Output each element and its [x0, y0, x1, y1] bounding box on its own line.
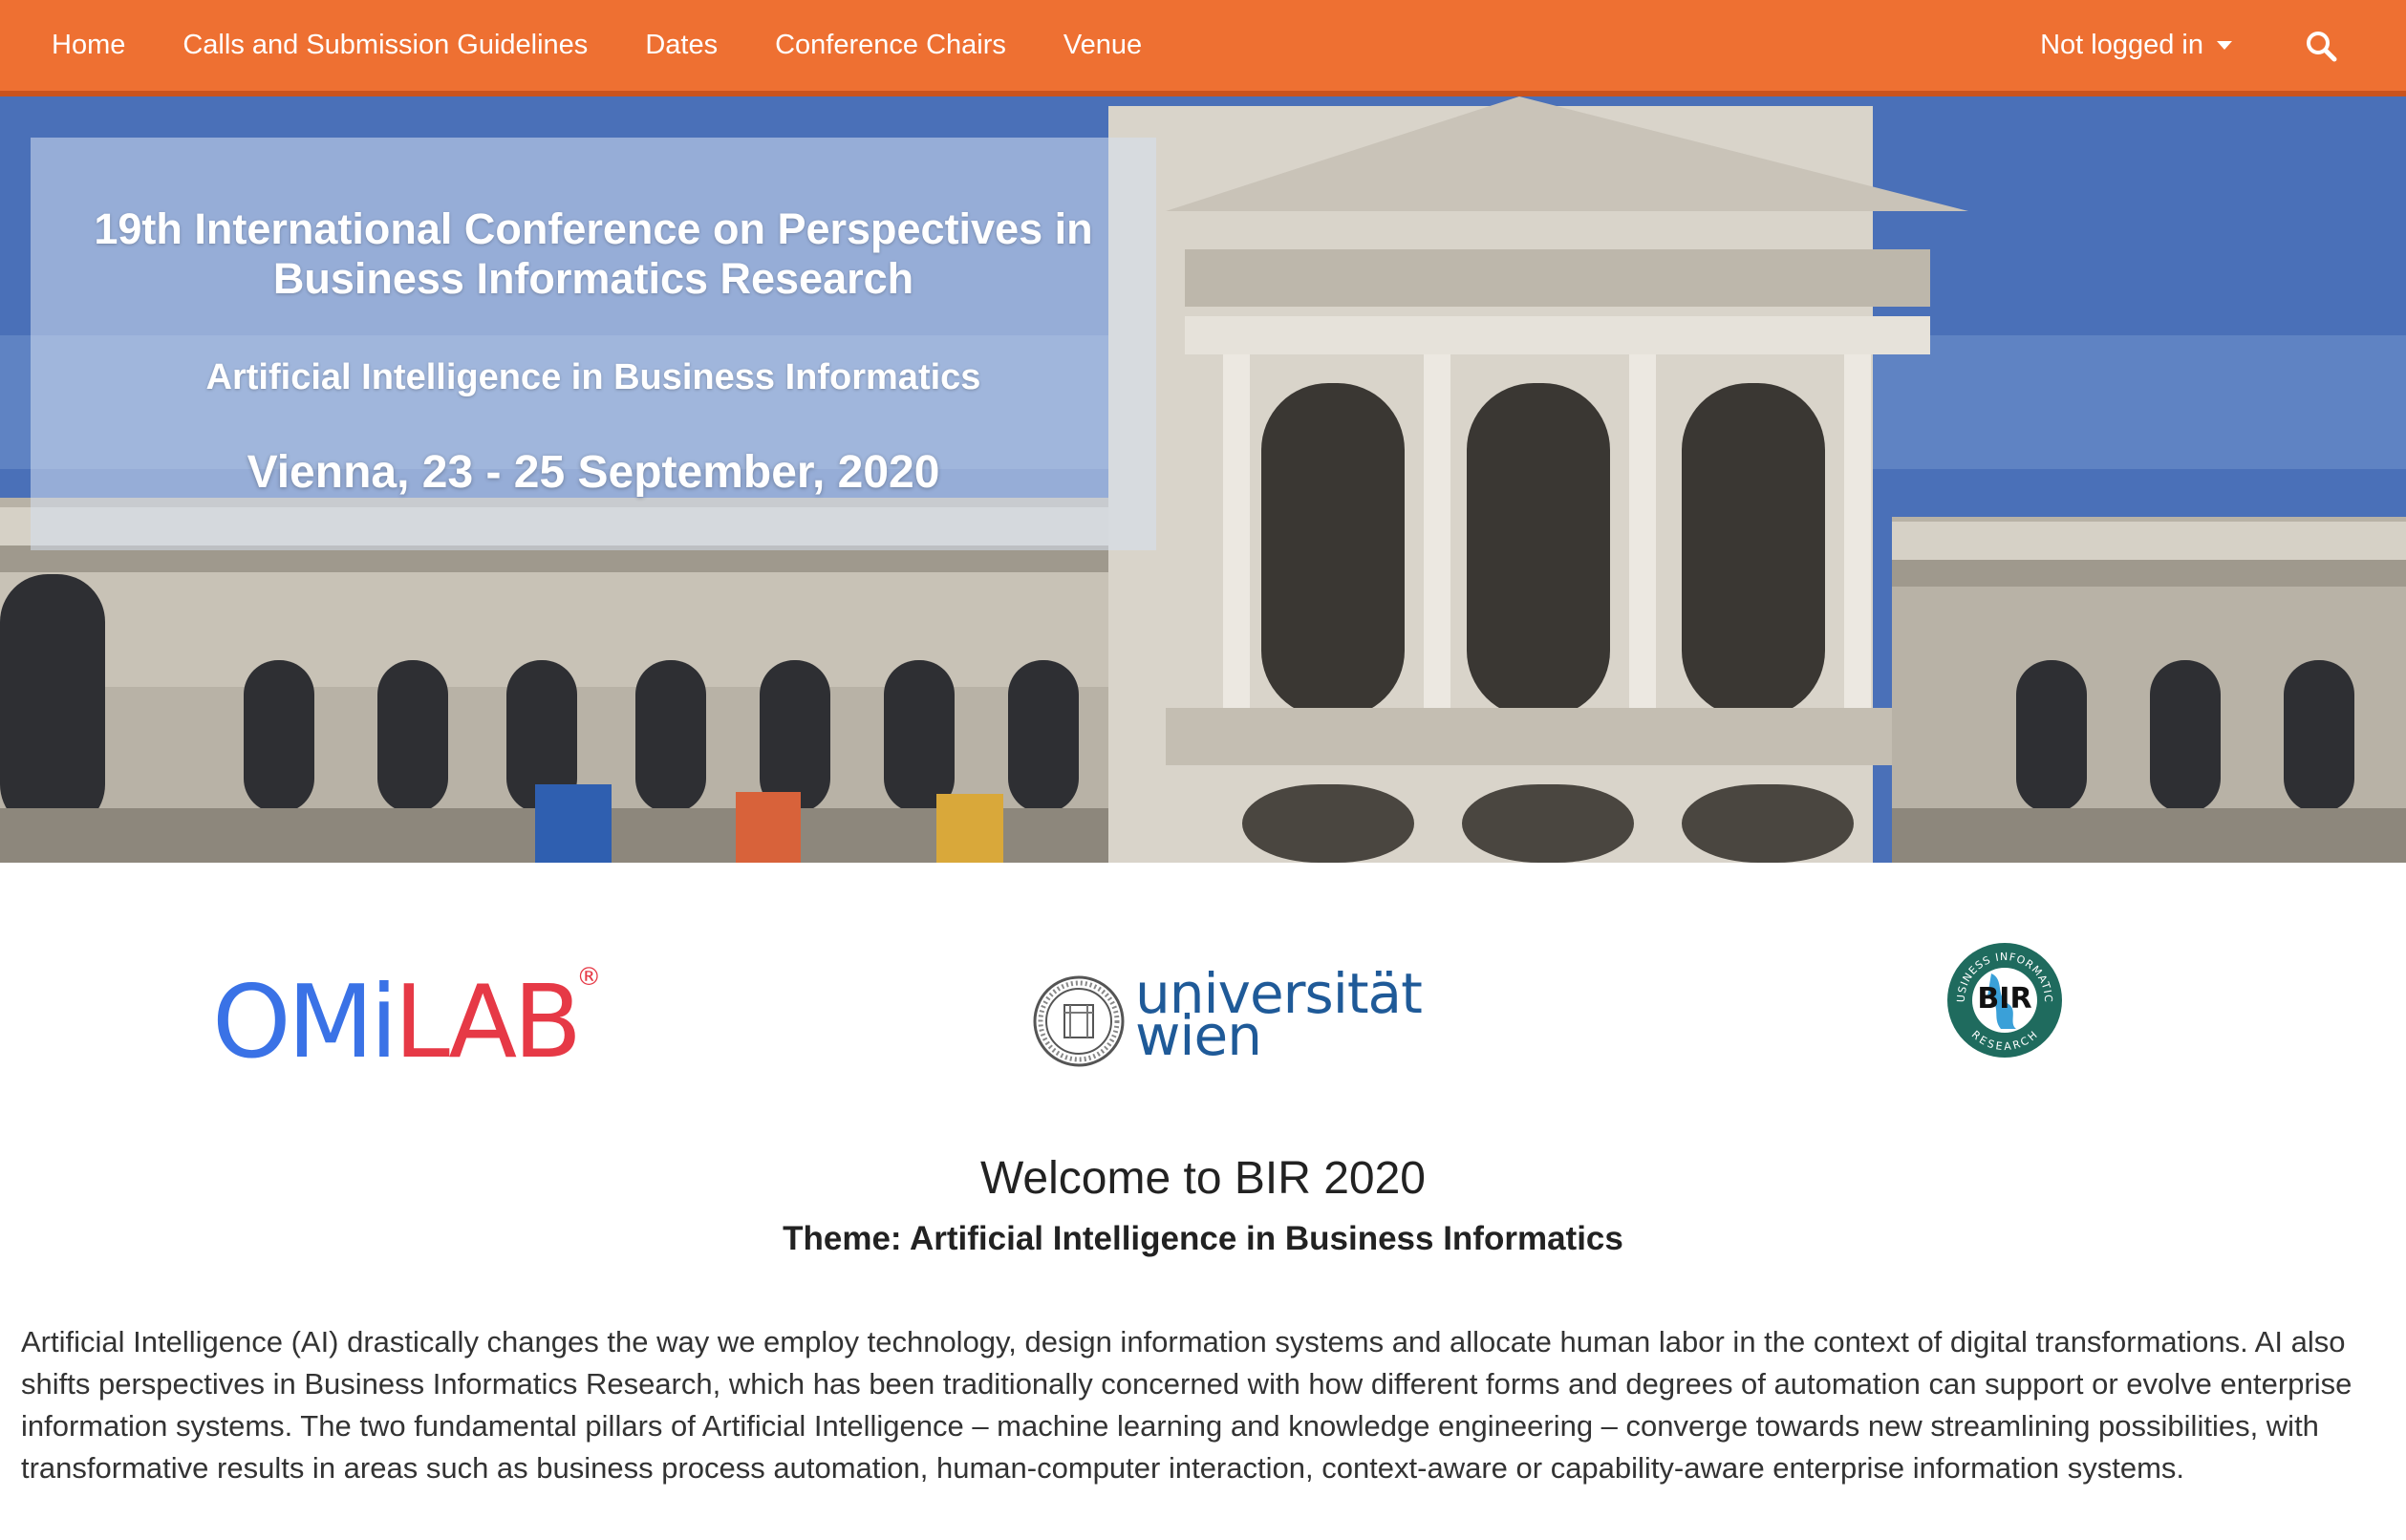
conference-title-line2: Business Informatics Research	[272, 254, 914, 303]
intro-paragraph: Artificial Intelligence (AI) drastically…	[21, 1325, 2352, 1485]
search-button[interactable]	[2305, 30, 2337, 62]
registered-mark: ®	[576, 963, 602, 992]
hero-text-block: 19th International Conference on Perspec…	[31, 138, 1156, 499]
universitaet-wien-wordmark: universität wien	[1135, 966, 1423, 1063]
omilab-logo-part1: OMi	[212, 964, 397, 1080]
conference-title-line1: 19th International Conference on Perspec…	[94, 204, 1093, 253]
theme-heading: Theme: Artificial Intelligence in Busine…	[783, 1220, 1623, 1257]
conference-dates: Vienna, 23 - 25 September, 2020	[247, 447, 940, 498]
sponsor-logos: OMiLAB ® universität wien BIR BUSINESS I…	[0, 863, 2406, 1130]
universitaet-wien-logo[interactable]: universität wien	[1032, 966, 1423, 1068]
conference-theme: Artificial Intelligence in Business Info…	[205, 357, 981, 397]
conference-title: 19th International Conference on Perspec…	[31, 204, 1156, 304]
search-icon	[2307, 31, 2337, 61]
bir-logo-text: BIR	[1977, 982, 2031, 1016]
user-menu-dropdown[interactable]: Not logged in	[2040, 30, 2232, 61]
caret-down-icon	[2217, 41, 2232, 50]
bir-logo[interactable]: BIR BUSINESS INFORMATICS RESEARCH	[1945, 941, 2064, 1059]
omilab-logo-part2: LAB	[394, 964, 582, 1080]
nav-link-dates[interactable]: Dates	[645, 30, 718, 61]
nav-links: Home Calls and Submission Guidelines Dat…	[0, 0, 1199, 91]
university-seal-icon	[1033, 975, 1125, 1067]
omilab-logo[interactable]: OMiLAB ®	[212, 965, 601, 1073]
nav-right: Not logged in	[2040, 30, 2406, 62]
top-navbar: Home Calls and Submission Guidelines Dat…	[0, 0, 2406, 96]
nav-link-venue[interactable]: Venue	[1063, 30, 1142, 61]
welcome-heading: Welcome to BIR 2020	[979, 1153, 1426, 1204]
nav-link-calls[interactable]: Calls and Submission Guidelines	[183, 30, 588, 61]
nav-link-home[interactable]: Home	[52, 30, 125, 61]
user-menu-label: Not logged in	[2040, 30, 2203, 60]
hero-banner: 19th International Conference on Perspec…	[0, 96, 2406, 863]
nav-link-chairs[interactable]: Conference Chairs	[775, 30, 1006, 61]
